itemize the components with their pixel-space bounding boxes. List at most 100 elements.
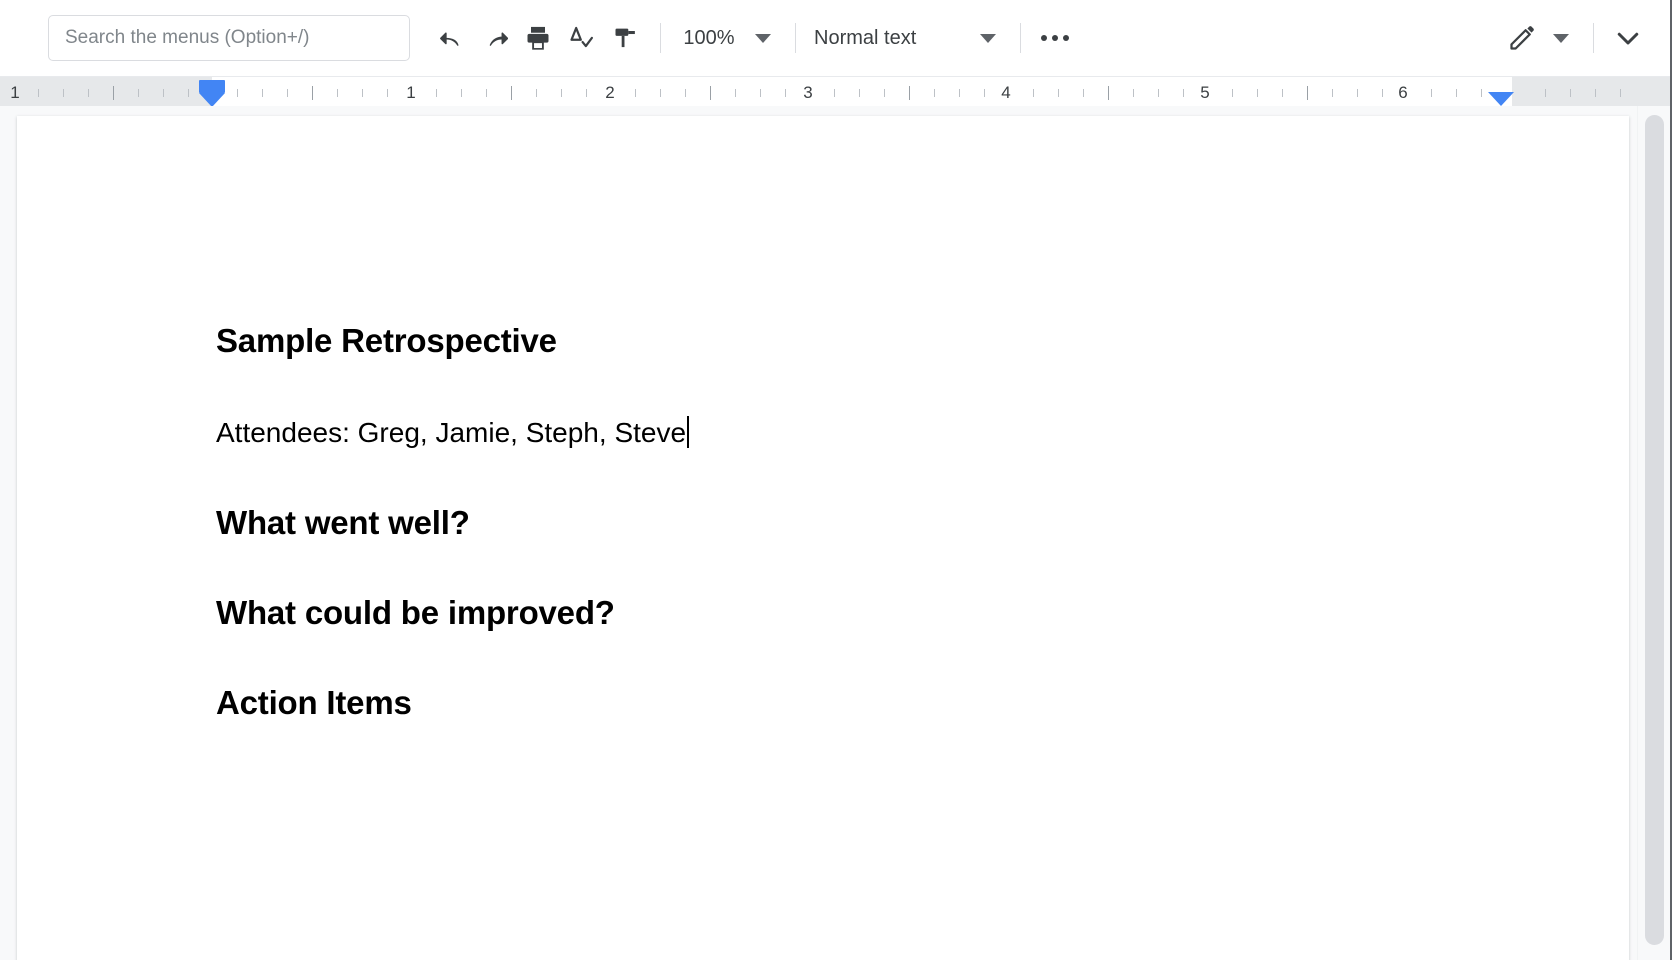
vertical-scrollbar-track[interactable]: [1637, 106, 1672, 960]
pencil-icon: [1510, 26, 1534, 50]
toolbar-divider-3: [1020, 23, 1021, 53]
more-options-button[interactable]: [1033, 16, 1077, 60]
ruler-tick: [1570, 89, 1571, 97]
redo-icon: [489, 32, 508, 46]
ruler-tick: [1620, 89, 1621, 97]
toolbar-divider-1: [660, 23, 661, 53]
ruler-tick: [1033, 89, 1034, 97]
ruler-tick: [1158, 89, 1159, 97]
ruler-tick: [561, 89, 562, 97]
ruler-tick: [188, 89, 189, 97]
ruler-tick: [859, 89, 860, 97]
ruler-tick: [1083, 89, 1084, 97]
ruler-tick: [884, 89, 885, 97]
ruler-tick: [1108, 86, 1109, 100]
heading-what-went-well-block[interactable]: What went well?: [216, 504, 470, 542]
undo-button[interactable]: [428, 16, 472, 60]
ruler-tick: [934, 89, 935, 97]
ruler-number: 1: [10, 83, 20, 102]
ruler-tick: [685, 89, 686, 97]
ruler-tick: [88, 89, 89, 97]
ruler-number: 2: [605, 83, 615, 102]
document-title: Sample Retrospective: [216, 322, 557, 359]
ruler-tick: [1307, 86, 1308, 100]
more-horizontal-icon: [1041, 35, 1069, 41]
ruler-tick: [984, 89, 985, 97]
ruler-tick: [262, 89, 263, 97]
ruler-tick: [1456, 89, 1457, 97]
heading-what-could-be-improved-block[interactable]: What could be improved?: [216, 594, 615, 632]
ruler-number: 3: [803, 83, 813, 102]
ruler-tick: [387, 89, 388, 97]
first-line-indent-bar[interactable]: [199, 80, 225, 93]
ruler-tick: [113, 86, 114, 100]
ruler-tick: [237, 89, 238, 97]
attendees-block[interactable]: Attendees: Greg, Jamie, Steph, Steve: [216, 416, 690, 449]
right-indent-triangle-icon[interactable]: [1488, 92, 1514, 106]
ruler-tick: [287, 89, 288, 97]
ruler-tick: [511, 86, 512, 100]
ruler-tick: [1357, 89, 1358, 97]
ruler-tick: [461, 89, 462, 97]
toolbar: 100% Normal text: [0, 0, 1672, 76]
undo-icon: [440, 32, 459, 46]
spellcheck-button[interactable]: [560, 16, 604, 60]
heading-action-items: Action Items: [216, 684, 412, 721]
ruler-number: 1: [406, 83, 416, 102]
document-canvas: Sample Retrospective Attendees: Greg, Ja…: [0, 106, 1672, 960]
ruler-tick: [1481, 89, 1482, 97]
ruler-number: 4: [1001, 83, 1011, 102]
ruler-tick: [735, 89, 736, 97]
ruler-tick: [312, 86, 313, 100]
ruler-tick: [138, 89, 139, 97]
ruler-tick: [63, 89, 64, 97]
paint-format-icon: [615, 28, 635, 48]
spellcheck-icon: [570, 26, 594, 48]
chevron-down-icon: [1553, 33, 1569, 43]
ruler-tick: [1382, 89, 1383, 97]
paragraph-style-label: Normal text: [814, 26, 917, 49]
paint-format-button[interactable]: [604, 16, 648, 60]
ruler-tick: [536, 89, 537, 97]
google-docs-window: 100% Normal text: [0, 0, 1672, 960]
heading-action-items-block[interactable]: Action Items: [216, 684, 412, 722]
paragraph-style-dropdown[interactable]: Normal text: [808, 16, 1008, 60]
ruler-tick: [785, 89, 786, 97]
ruler-tick: [710, 86, 711, 100]
collapse-toolbar-button[interactable]: [1606, 16, 1650, 60]
left-indent-triangle-icon[interactable]: [199, 93, 225, 107]
ruler-tick: [1282, 89, 1283, 97]
attendees-line: Attendees: Greg, Jamie, Steph, Steve: [216, 417, 687, 448]
search-menus-box[interactable]: [48, 15, 410, 61]
ruler-tick: [1595, 89, 1596, 97]
toolbar-divider-2: [795, 23, 796, 53]
chevron-down-icon: [755, 33, 771, 43]
print-icon: [527, 26, 549, 50]
document-page[interactable]: Sample Retrospective Attendees: Greg, Ja…: [17, 116, 1629, 960]
left-indent-marker[interactable]: [199, 80, 225, 107]
redo-button[interactable]: [472, 16, 516, 60]
document-title-block[interactable]: Sample Retrospective: [216, 322, 557, 360]
ruler-tick: [486, 89, 487, 97]
ruler-tick: [1257, 89, 1258, 97]
heading-what-went-well: What went well?: [216, 504, 470, 541]
zoom-dropdown[interactable]: 100%: [673, 16, 783, 60]
vertical-scrollbar-thumb[interactable]: [1645, 115, 1664, 945]
print-button[interactable]: [516, 16, 560, 60]
ruler[interactable]: 1 1 2 3 4 5 6: [0, 76, 1672, 107]
ruler-tick: [760, 89, 761, 97]
ruler-tick: [1232, 89, 1233, 97]
ruler-left-margin-zone: [0, 77, 212, 107]
text-cursor: [687, 416, 690, 448]
ruler-tick: [1058, 89, 1059, 97]
ruler-tick: [834, 89, 835, 97]
ruler-tick: [1431, 89, 1432, 97]
ruler-tick: [1133, 89, 1134, 97]
ruler-number: 5: [1200, 83, 1210, 102]
ruler-tick: [436, 89, 437, 97]
ruler-tick: [586, 89, 587, 97]
editing-mode-dropdown[interactable]: [1501, 16, 1581, 60]
search-input[interactable]: [63, 26, 395, 50]
ruler-tick: [362, 89, 363, 97]
right-indent-marker[interactable]: [1488, 92, 1514, 106]
